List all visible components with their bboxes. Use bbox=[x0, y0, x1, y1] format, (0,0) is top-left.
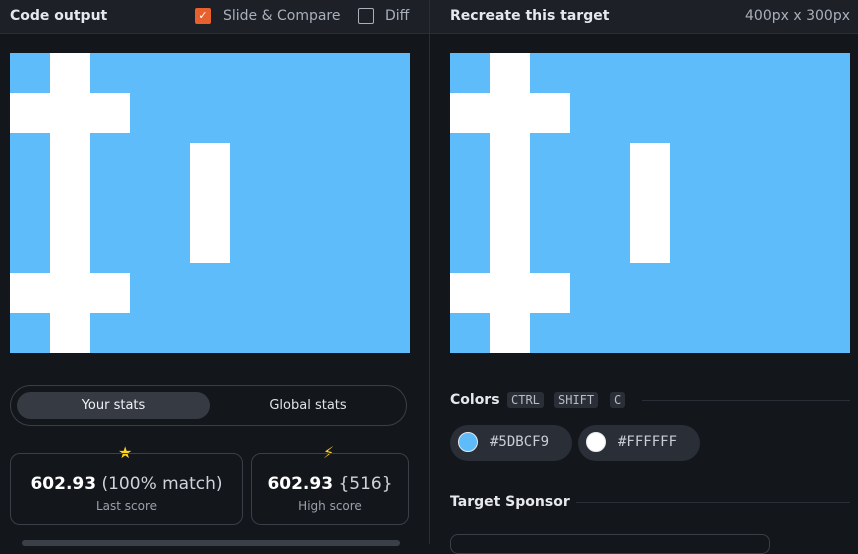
last-score-value: 602.93 (100% match) bbox=[11, 474, 242, 494]
target-dimensions: 400px x 300px bbox=[745, 8, 850, 24]
sponsor-card[interactable] bbox=[450, 534, 770, 554]
slide-compare-label[interactable]: Slide & Compare bbox=[223, 8, 341, 24]
shortcut-key-shift: SHIFT bbox=[554, 392, 599, 408]
tab-global-stats[interactable]: Global stats bbox=[216, 392, 400, 419]
output-top-crossbar bbox=[10, 93, 130, 133]
color-swatch-blue[interactable]: #5DBCF9 bbox=[450, 425, 572, 461]
target-panel: Recreate this target 400px x 300px Color… bbox=[430, 0, 858, 554]
target-bottom-crossbar bbox=[450, 273, 570, 313]
shortcut-key-c: C bbox=[610, 392, 626, 408]
colors-rule bbox=[642, 400, 850, 401]
slide-compare-checkbox[interactable]: ✓ bbox=[195, 8, 211, 24]
last-score-card: 602.93 (100% match) Last score bbox=[10, 453, 243, 525]
colors-title: Colors bbox=[450, 392, 500, 408]
code-output-panel: Code output ✓ Slide & Compare Diff Your … bbox=[0, 0, 429, 546]
target-title: Recreate this target bbox=[450, 8, 610, 24]
code-output-canvas[interactable] bbox=[10, 53, 410, 353]
high-score-label: High score bbox=[298, 499, 362, 513]
diff-label[interactable]: Diff bbox=[385, 8, 409, 24]
high-score-detail: {516} bbox=[338, 474, 393, 494]
target-header: Recreate this target 400px x 300px bbox=[430, 0, 858, 34]
target-center-block bbox=[630, 143, 670, 263]
last-score-detail: (100% match) bbox=[101, 474, 223, 494]
code-output-title: Code output bbox=[10, 8, 108, 24]
color-hex-blue: #5DBCF9 bbox=[490, 434, 550, 450]
shortcut-key-ctrl: CTRL bbox=[507, 392, 544, 408]
high-score-card: 602.93 {516} High score bbox=[251, 453, 409, 525]
output-center-block bbox=[190, 143, 230, 263]
high-score-value: 602.93 {516} bbox=[252, 474, 408, 494]
tab-your-stats[interactable]: Your stats bbox=[17, 392, 210, 419]
bottom-edge-bar bbox=[22, 540, 400, 546]
last-score-number: 602.93 bbox=[30, 474, 97, 494]
code-output-header: Code output ✓ Slide & Compare Diff bbox=[0, 0, 429, 34]
last-score-label: Last score bbox=[95, 499, 158, 513]
color-hex-white: #FFFFFF bbox=[618, 434, 678, 450]
sponsor-rule bbox=[576, 502, 850, 503]
color-swatch-white[interactable]: #FFFFFF bbox=[578, 425, 700, 461]
target-sponsor-title: Target Sponsor bbox=[450, 494, 570, 510]
color-dot-blue bbox=[458, 432, 478, 452]
stats-tabs: Your stats Global stats bbox=[10, 385, 407, 426]
color-dot-white bbox=[586, 432, 606, 452]
target-top-crossbar bbox=[450, 93, 570, 133]
output-bottom-crossbar bbox=[10, 273, 130, 313]
high-score-number: 602.93 bbox=[267, 474, 334, 494]
target-canvas bbox=[450, 53, 850, 353]
diff-checkbox[interactable] bbox=[358, 8, 374, 24]
